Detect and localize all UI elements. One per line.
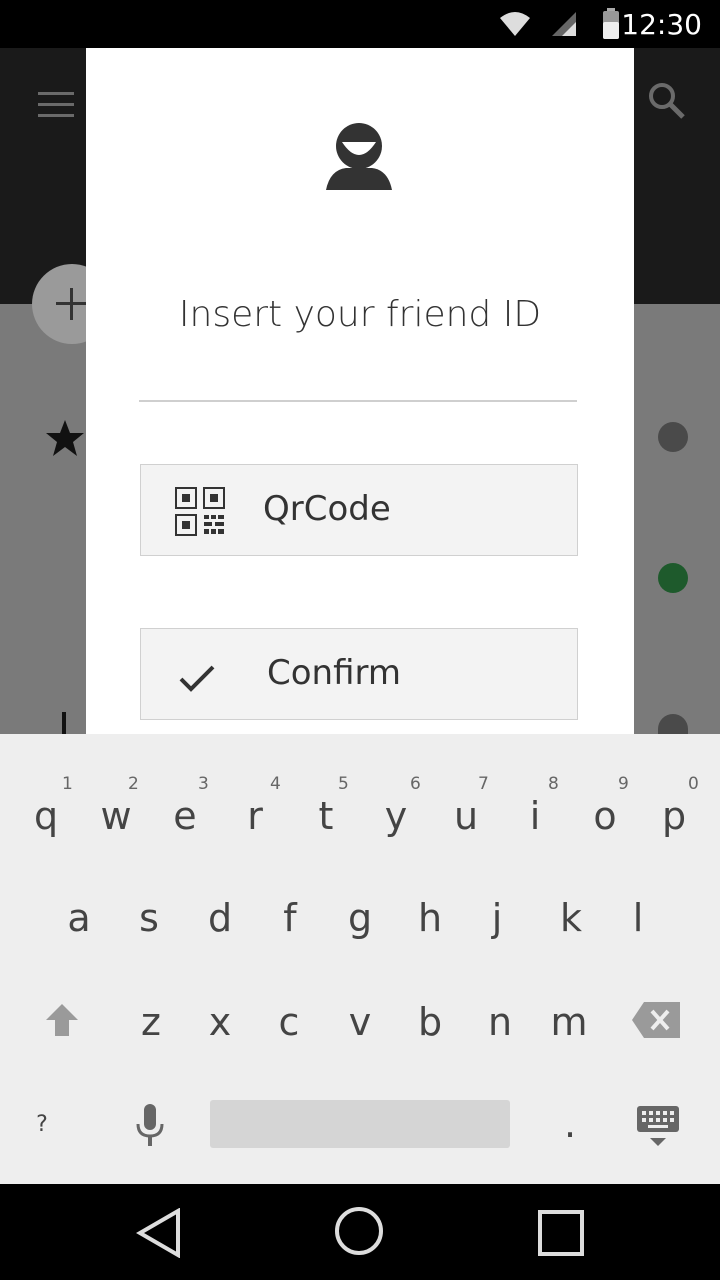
dialog-title: Insert your friend ID — [178, 294, 542, 335]
friend-id-input[interactable] — [139, 370, 577, 402]
space-key[interactable] — [210, 1100, 510, 1148]
recents-icon[interactable] — [538, 1210, 584, 1256]
qrcode-label: QrCode — [263, 489, 391, 529]
key-e[interactable]: e — [155, 794, 215, 838]
key-hint: 4 — [270, 774, 281, 794]
status-dot — [658, 714, 688, 734]
key-w[interactable]: w — [86, 794, 146, 838]
key-hint: 3 — [198, 774, 209, 794]
key-x[interactable]: x — [190, 1000, 250, 1044]
menu-icon[interactable] — [38, 92, 74, 118]
key-hint: 7 — [478, 774, 489, 794]
check-icon — [179, 665, 215, 692]
key-o[interactable]: o — [575, 794, 635, 838]
confirm-button[interactable]: Confirm — [140, 628, 578, 720]
key-h[interactable]: h — [400, 896, 460, 940]
signal-icon — [552, 12, 576, 36]
star-icon — [46, 420, 84, 456]
search-icon[interactable] — [648, 82, 686, 120]
key-c[interactable]: c — [259, 1000, 319, 1044]
key-f[interactable]: f — [260, 896, 320, 940]
status-dot — [658, 422, 688, 452]
key-hint: 5 — [338, 774, 349, 794]
list-text-fragment — [62, 712, 66, 734]
key-n[interactable]: n — [470, 1000, 530, 1044]
key-hint: 8 — [548, 774, 559, 794]
person-icon — [326, 123, 392, 190]
key-s[interactable]: s — [119, 896, 179, 940]
key-i[interactable]: i — [505, 794, 565, 838]
key-hint: 0 — [688, 774, 699, 794]
confirm-label: Confirm — [267, 653, 402, 693]
key-u[interactable]: u — [436, 794, 496, 838]
key-t[interactable]: t — [296, 794, 356, 838]
key-hint: 2 — [128, 774, 139, 794]
key-d[interactable]: d — [190, 896, 250, 940]
key-j[interactable]: j — [467, 896, 527, 940]
wifi-icon — [500, 12, 530, 36]
key-hint: 9 — [618, 774, 629, 794]
battery-icon — [603, 8, 619, 39]
status-dot — [658, 563, 688, 593]
key-r[interactable]: r — [225, 794, 285, 838]
keyboard-hide-icon[interactable] — [636, 1106, 680, 1148]
key-hint: 6 — [410, 774, 421, 794]
key-m[interactable]: m — [539, 1000, 599, 1044]
period-key[interactable]: . — [540, 1102, 600, 1146]
key-z[interactable]: z — [121, 1000, 181, 1044]
qrcode-button[interactable]: QrCode — [140, 464, 578, 556]
key-p[interactable]: p — [644, 794, 704, 838]
home-icon[interactable] — [334, 1206, 384, 1256]
key-g[interactable]: g — [330, 896, 390, 940]
key-b[interactable]: b — [400, 1000, 460, 1044]
add-friend-dialog: Insert your friend ID QrCode Confirm — [86, 48, 634, 734]
key-q[interactable]: q — [16, 794, 76, 838]
back-icon[interactable] — [136, 1208, 184, 1258]
key-y[interactable]: y — [366, 794, 426, 838]
status-bar: 12:30 — [0, 0, 720, 48]
shift-icon[interactable] — [44, 1002, 80, 1038]
key-v[interactable]: v — [330, 1000, 390, 1044]
key-l[interactable]: l — [608, 896, 668, 940]
add-icon — [56, 288, 88, 320]
key-a[interactable]: a — [49, 896, 109, 940]
qrcode-icon — [175, 487, 225, 536]
backspace-icon[interactable] — [632, 1002, 682, 1038]
symbols-key[interactable]: ? — [12, 1112, 72, 1137]
status-time: 12:30 — [621, 8, 702, 41]
mic-icon[interactable] — [134, 1104, 166, 1148]
soft-keyboard: 1 2 3 4 5 6 7 8 9 0 q w e r t y u i o p … — [0, 734, 720, 1184]
key-k[interactable]: k — [541, 896, 601, 940]
key-hint: 1 — [62, 774, 73, 794]
navigation-bar — [0, 1184, 720, 1280]
